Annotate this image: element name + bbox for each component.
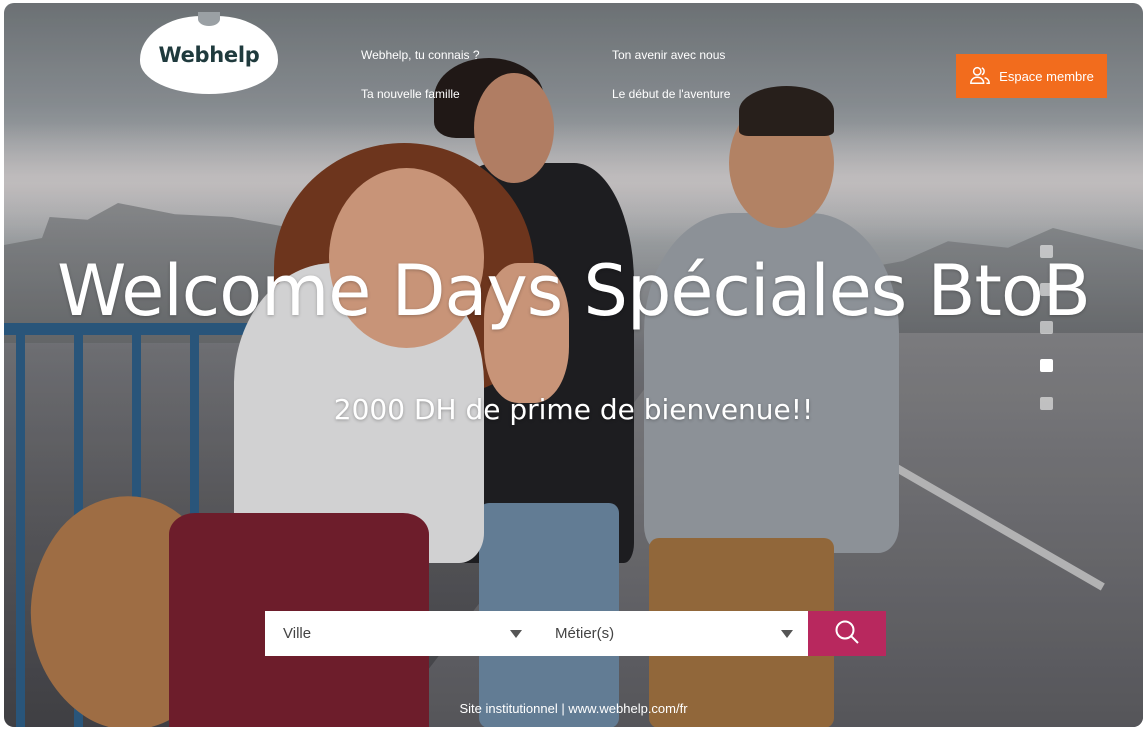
chevron-down-icon [781, 630, 793, 638]
slider-dot[interactable] [1040, 245, 1053, 258]
espace-membre-button[interactable]: Espace membre [956, 54, 1107, 98]
city-select[interactable]: Ville [265, 611, 537, 656]
chevron-down-icon [510, 630, 522, 638]
city-select-label: Ville [283, 625, 312, 642]
nav-debut-aventure[interactable]: Le début de l'aventure [612, 87, 730, 101]
slider-dot-active[interactable] [1040, 359, 1053, 372]
slider-dot[interactable] [1040, 321, 1053, 334]
job-search-bar: Ville Métier(s) [265, 611, 886, 656]
webhelp-logo[interactable]: Webhelp [140, 12, 278, 94]
search-button[interactable] [808, 611, 886, 656]
job-select[interactable]: Métier(s) [537, 611, 808, 656]
slider-dot[interactable] [1040, 397, 1053, 410]
slider-dot[interactable] [1040, 283, 1053, 296]
nav-ta-nouvelle-famille[interactable]: Ta nouvelle famille [361, 87, 460, 101]
hero-subtitle: 2000 DH de prime de bienvenue!! [333, 393, 814, 426]
hero-title: Welcome Days Spéciales BtoB [57, 250, 1091, 332]
user-group-icon [969, 64, 991, 89]
job-select-label: Métier(s) [555, 625, 615, 642]
logo-text: Webhelp [158, 43, 260, 67]
nav-ton-avenir[interactable]: Ton avenir avec nous [612, 48, 725, 62]
nav-webhelp-tu-connais[interactable]: Webhelp, tu connais ? [361, 48, 480, 62]
espace-membre-label: Espace membre [999, 68, 1094, 84]
institutional-site-link[interactable]: Site institutionnel | www.webhelp.com/fr [0, 701, 1147, 716]
search-icon [833, 618, 861, 649]
